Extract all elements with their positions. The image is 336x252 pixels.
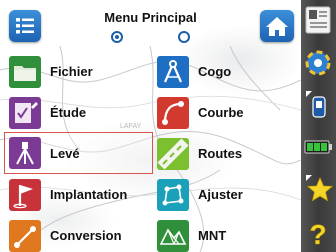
receiver-status-icon — [306, 91, 326, 118]
menu-item-label: Implantation — [50, 187, 128, 202]
main-menu-screen: LAFAY Menu Principal Fichier Cogo Étude … — [0, 0, 301, 252]
curve-icon — [157, 97, 189, 129]
menu-item-courbe[interactable]: Courbe — [157, 94, 297, 132]
instrument-settings-button[interactable] — [301, 0, 336, 42]
menu-item-label: Levé — [50, 146, 80, 161]
receiver-status-button[interactable] — [301, 84, 336, 126]
favorites-star-icon — [306, 175, 333, 202]
conversion-icon — [9, 220, 41, 252]
adjust-network-icon — [157, 179, 189, 211]
battery-icon — [304, 140, 332, 154]
stakeout-flag-icon — [9, 179, 41, 211]
home-button[interactable] — [260, 10, 294, 42]
instrument-settings-icon — [305, 6, 331, 34]
favorites-button[interactable] — [301, 168, 336, 210]
menu-item-cogo[interactable]: Cogo — [157, 53, 297, 91]
menu-item-label: Fichier — [50, 64, 93, 79]
menu-item-label: Cogo — [198, 64, 232, 79]
battery-status[interactable] — [301, 126, 336, 168]
menu-item-implantation[interactable]: Implantation — [9, 176, 149, 214]
compass-divider-icon — [157, 56, 189, 88]
gnss-satellite-icon — [305, 50, 331, 76]
help-icon: ? — [309, 219, 327, 247]
menu-item-conversion[interactable]: Conversion — [9, 217, 149, 252]
checklist-pencil-icon — [9, 97, 41, 129]
menu-item-label: Étude — [50, 105, 87, 120]
page-indicator-1[interactable] — [111, 31, 123, 43]
menu-item-label: MNT — [198, 228, 227, 243]
menu-item-routes[interactable]: Routes — [157, 135, 297, 173]
menu-item-mnt[interactable]: MNT — [157, 217, 297, 252]
folder-icon — [9, 56, 41, 88]
status-sidebar: ? — [301, 0, 336, 252]
terrain-model-icon — [157, 220, 189, 252]
menu-item-label: Conversion — [50, 228, 122, 243]
menu-item-label: Courbe — [198, 105, 244, 120]
menu-item-label: Routes — [198, 146, 243, 161]
road-icon — [157, 138, 189, 170]
gnss-button[interactable] — [301, 42, 336, 84]
menu-item-etude[interactable]: Étude — [9, 94, 149, 132]
page-title: Menu Principal — [104, 10, 197, 25]
menu-item-ajuster[interactable]: Ajuster — [157, 176, 297, 214]
menu-header: Menu Principal — [0, 0, 301, 46]
home-icon — [266, 17, 288, 36]
menu-item-label: Ajuster — [198, 187, 243, 202]
menu-item-fichier[interactable]: Fichier — [9, 53, 149, 91]
help-button[interactable]: ? — [301, 210, 336, 252]
svg-text:?: ? — [309, 219, 326, 247]
menu-item-leve[interactable]: Levé — [4, 132, 153, 174]
page-indicator-2[interactable] — [178, 31, 190, 43]
tripod-survey-icon — [9, 137, 41, 169]
